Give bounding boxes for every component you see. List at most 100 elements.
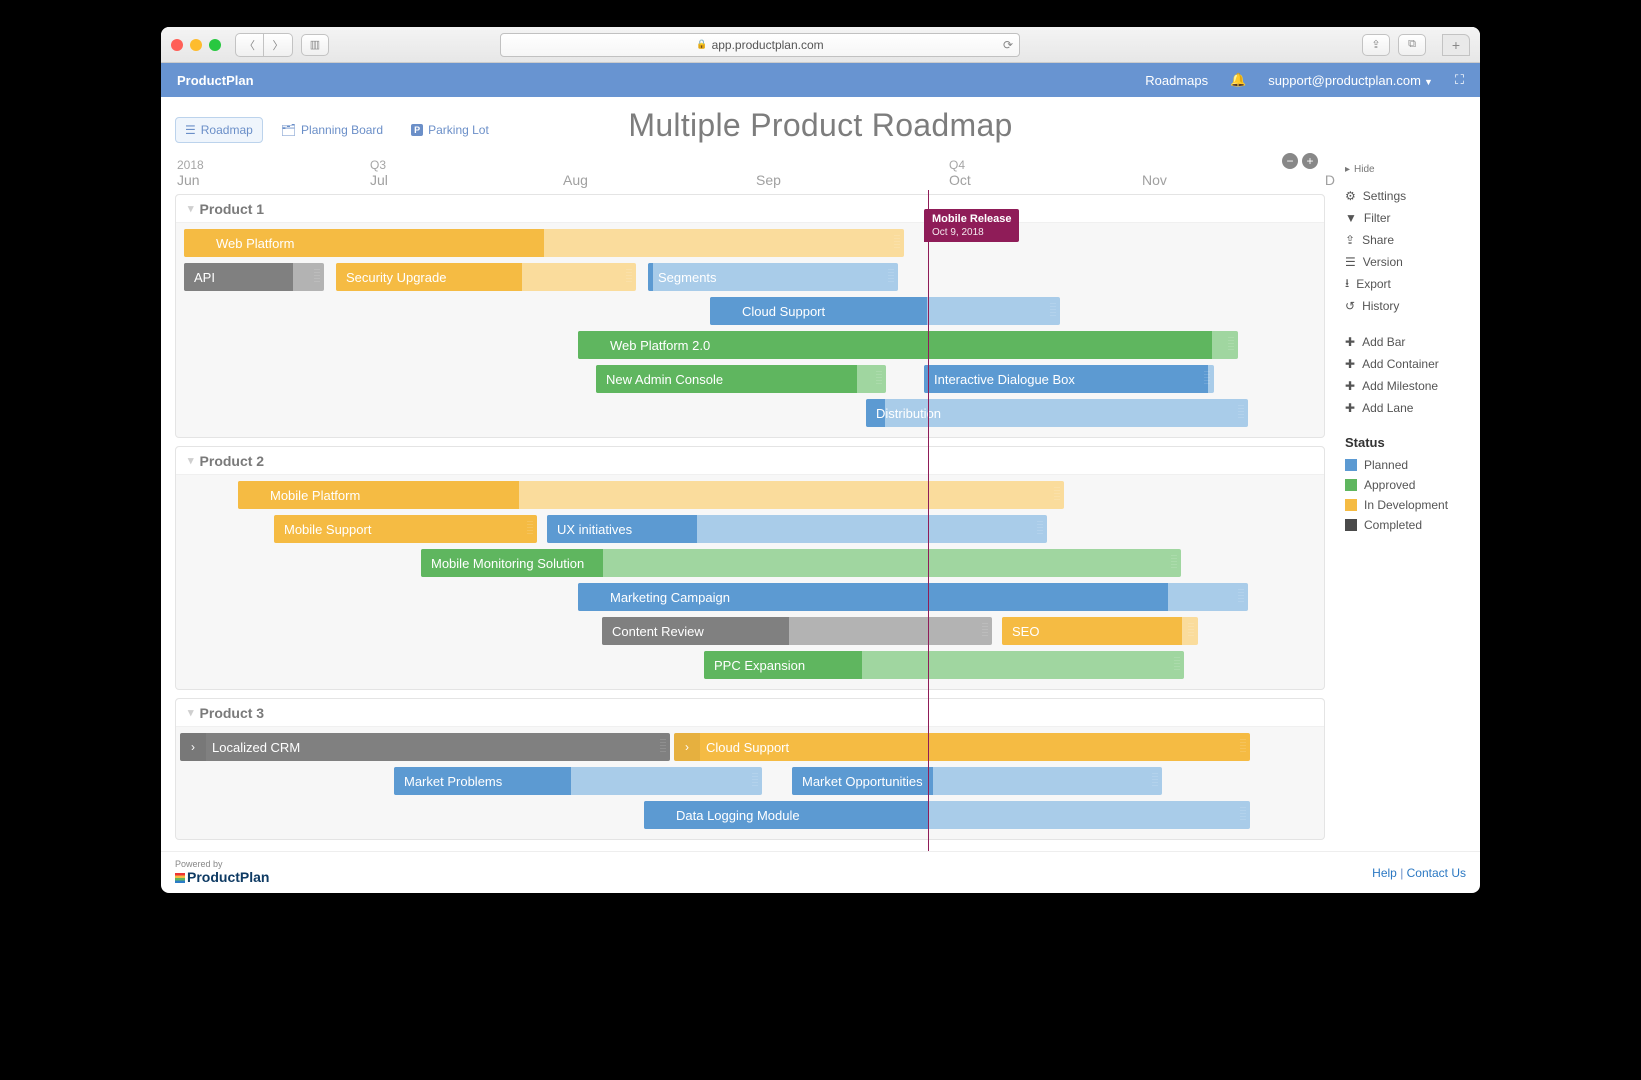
brand-logo[interactable]: ProductPlan bbox=[177, 73, 254, 88]
legend-approved[interactable]: Approved bbox=[1345, 475, 1472, 495]
bar-distribution[interactable]: Distribution bbox=[866, 399, 1248, 427]
bar-monitoring[interactable]: Mobile Monitoring Solution bbox=[421, 549, 1181, 577]
close-icon[interactable] bbox=[171, 39, 183, 51]
bar-label: PPC Expansion bbox=[714, 658, 805, 673]
right-sidebar: ▸Hide ⚙Settings ▼Filter ⇪Share ☰Version … bbox=[1335, 154, 1480, 851]
lane-header-product-2[interactable]: ▾Product 2 bbox=[176, 447, 1324, 475]
bar-mobile-platform[interactable]: ▾Mobile Platform bbox=[238, 481, 1064, 509]
footer-links: Help | Contact Us bbox=[1372, 866, 1466, 880]
bar-p3-cloud-support[interactable]: › Cloud Support bbox=[674, 733, 1250, 761]
label-month-nov: Nov bbox=[1142, 172, 1335, 188]
bar-label: Cloud Support bbox=[706, 740, 789, 755]
bar-ppc[interactable]: PPC Expansion bbox=[704, 651, 1184, 679]
minimize-icon[interactable] bbox=[190, 39, 202, 51]
reload-icon[interactable]: ⟳ bbox=[1003, 38, 1013, 52]
footer-logo[interactable]: ProductPlan bbox=[175, 870, 269, 885]
filter-icon: ▼ bbox=[1345, 211, 1357, 225]
sidebar-label: Export bbox=[1356, 277, 1391, 291]
legend-in-development[interactable]: In Development bbox=[1345, 495, 1472, 515]
bar-marketing[interactable]: ▾Marketing Campaign bbox=[578, 583, 1248, 611]
footer-link-contact[interactable]: Contact Us bbox=[1407, 866, 1466, 880]
bar-label: Segments bbox=[658, 270, 717, 285]
board-icon: 🗂 bbox=[281, 123, 296, 137]
legend-swatch bbox=[1345, 519, 1357, 531]
sidebar-item-filter[interactable]: ▼Filter bbox=[1345, 207, 1472, 229]
tab-parking-lot[interactable]: PParking Lot bbox=[401, 117, 499, 143]
bar-web-platform-2[interactable]: ▾Web Platform 2.0 bbox=[578, 331, 1238, 359]
content-area: ☰Roadmap 🗂Planning Board PParking Lot Mu… bbox=[161, 97, 1480, 851]
legend-label: Approved bbox=[1364, 478, 1415, 492]
sidebar-item-add-lane[interactable]: ✚Add Lane bbox=[1345, 397, 1472, 419]
bar-new-admin-console[interactable]: New Admin Console bbox=[596, 365, 886, 393]
tabs-button[interactable]: ⧉ bbox=[1398, 34, 1426, 56]
label-q4: Q4 bbox=[949, 158, 1142, 172]
sidebar-item-settings[interactable]: ⚙Settings bbox=[1345, 185, 1472, 207]
bar-data-logging[interactable]: ›Data Logging Module bbox=[644, 801, 1250, 829]
legend-swatch bbox=[1345, 459, 1357, 471]
lane-header-product-3[interactable]: ▾Product 3 bbox=[176, 699, 1324, 727]
bar-market-problems[interactable]: Market Problems bbox=[394, 767, 762, 795]
bar-market-opps[interactable]: Market Opportunities bbox=[792, 767, 1162, 795]
sidebar-item-export[interactable]: ⭳Export bbox=[1345, 273, 1472, 295]
back-button[interactable]: 〈 bbox=[236, 34, 264, 56]
share-button[interactable]: ⇪ bbox=[1362, 34, 1390, 56]
bar-localized-crm[interactable]: ›Localized CRM bbox=[180, 733, 670, 761]
bar-content-review[interactable]: Content Review bbox=[602, 617, 992, 645]
sidebar-toggle-button[interactable]: ▥ bbox=[301, 34, 329, 56]
bar-label: SEO bbox=[1012, 624, 1039, 639]
sidebar-label: Add Lane bbox=[1362, 401, 1413, 415]
sidebar-item-history[interactable]: ↺History bbox=[1345, 295, 1472, 317]
bar-segments[interactable]: Segments bbox=[648, 263, 898, 291]
tab-roadmap[interactable]: ☰Roadmap bbox=[175, 117, 263, 143]
bar-seo[interactable]: SEO bbox=[1002, 617, 1198, 645]
bar-label: Marketing Campaign bbox=[610, 590, 730, 605]
nav-roadmaps[interactable]: Roadmaps bbox=[1145, 73, 1208, 88]
bar-label: Distribution bbox=[876, 406, 941, 421]
sidebar-item-add-bar[interactable]: ✚Add Bar bbox=[1345, 331, 1472, 353]
notifications-icon[interactable]: 🔔 bbox=[1230, 72, 1246, 88]
lane-product-1: ▾Product 1 ▾Web Platform API Security Up… bbox=[175, 194, 1325, 438]
lane-title-1: Product 1 bbox=[200, 201, 265, 217]
user-menu[interactable]: support@productplan.com▼ bbox=[1268, 73, 1433, 88]
sidebar-item-add-container[interactable]: ✚Add Container bbox=[1345, 353, 1472, 375]
lane-header-product-1[interactable]: ▾Product 1 bbox=[176, 195, 1324, 223]
bar-api[interactable]: API bbox=[184, 263, 324, 291]
bar-label: UX initiatives bbox=[557, 522, 632, 537]
hide-sidebar-button[interactable]: ▸Hide bbox=[1345, 164, 1472, 175]
bar-label: Security Upgrade bbox=[346, 270, 446, 285]
bar-cloud-support[interactable]: ›Cloud Support bbox=[710, 297, 1060, 325]
fullscreen-icon[interactable]: ⛶ bbox=[1455, 72, 1464, 88]
bar-ux-initiatives[interactable]: UX initiatives bbox=[547, 515, 1047, 543]
new-tab-button[interactable]: + bbox=[1442, 34, 1470, 56]
bar-security-upgrade[interactable]: Security Upgrade bbox=[336, 263, 636, 291]
tab-planning-board[interactable]: 🗂Planning Board bbox=[271, 117, 393, 143]
bar-dialogue-box[interactable]: Interactive Dialogue Box bbox=[924, 365, 1214, 393]
chevron-right-icon[interactable]: › bbox=[180, 733, 206, 761]
chevron-down-icon: ▾ bbox=[188, 454, 194, 467]
legend-completed[interactable]: Completed bbox=[1345, 515, 1472, 535]
address-bar[interactable]: 🔒 app.productplan.com ⟳ bbox=[500, 33, 1020, 57]
label-month-jun: Jun bbox=[177, 172, 370, 188]
logo-stripes-icon bbox=[175, 873, 185, 883]
bar-mobile-support[interactable]: Mobile Support bbox=[274, 515, 537, 543]
label-month-sep: Sep bbox=[756, 172, 949, 188]
sidebar-item-add-milestone[interactable]: ✚Add Milestone bbox=[1345, 375, 1472, 397]
zoom-icon[interactable] bbox=[209, 39, 221, 51]
label-month-oct: Oct bbox=[949, 172, 1142, 188]
view-tabs: ☰Roadmap 🗂Planning Board PParking Lot bbox=[161, 107, 499, 143]
sidebar-label: Add Container bbox=[1362, 357, 1439, 371]
bar-label: Mobile Platform bbox=[270, 488, 360, 503]
sidebar-label: Version bbox=[1363, 255, 1403, 269]
legend-swatch bbox=[1345, 499, 1357, 511]
footer-link-help[interactable]: Help bbox=[1372, 866, 1397, 880]
sidebar-item-share[interactable]: ⇪Share bbox=[1345, 229, 1472, 251]
window-controls bbox=[171, 39, 221, 51]
forward-button[interactable]: 〉 bbox=[264, 34, 292, 56]
sidebar-item-version[interactable]: ☰Version bbox=[1345, 251, 1472, 273]
bar-web-platform[interactable]: ▾Web Platform bbox=[184, 229, 904, 257]
milestone-flag[interactable]: Mobile Release Oct 9, 2018 bbox=[924, 209, 1019, 242]
legend-planned[interactable]: Planned bbox=[1345, 455, 1472, 475]
chevron-right-icon[interactable]: › bbox=[674, 733, 700, 761]
bar-label: Interactive Dialogue Box bbox=[934, 372, 1075, 387]
footer: Powered by ProductPlan Help | Contact Us bbox=[161, 851, 1480, 893]
